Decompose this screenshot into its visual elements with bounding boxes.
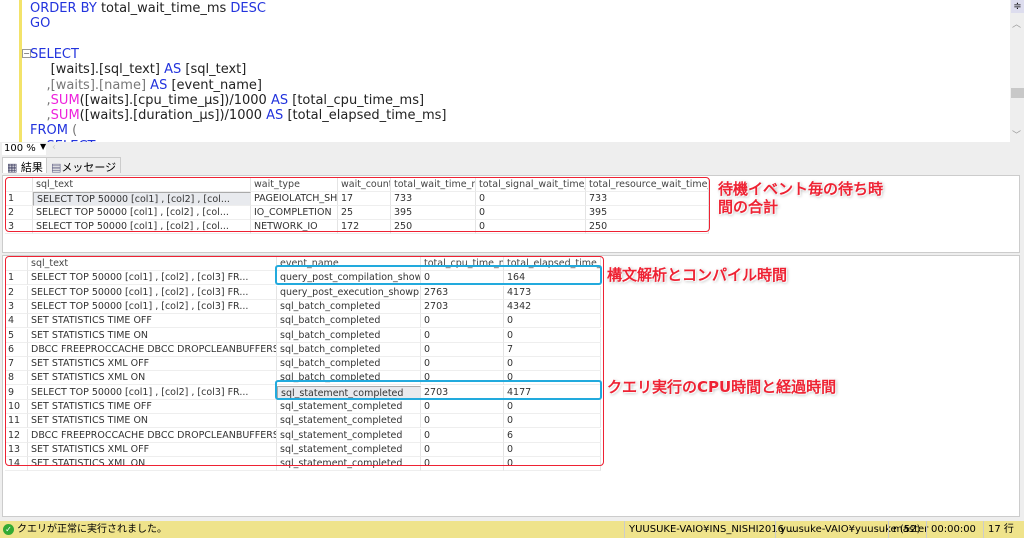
code-token: [waits].[sql_text] [30,62,165,78]
annotation-cpu-elapsed: クエリ実行のCPU時間と経過時間 [607,378,837,396]
code-token: SUM [50,108,80,124]
change-indicator [19,0,22,142]
highlight-box-event-stats [5,256,604,466]
code-token: GO [30,16,51,32]
code-token: ,[waits].[name] [30,77,151,93]
annotation-compile-time: 構文解析とコンパイル時間 [607,266,788,284]
code-token: AS [270,92,289,108]
success-check-icon: ✓ [3,524,14,535]
code-token: FROM [30,123,68,139]
scroll-down-icon[interactable]: ﹀ [1012,128,1021,141]
code-token: , [30,92,51,108]
code-token: AS [266,108,284,124]
code-token: , [30,108,51,124]
code-token: ([waits].[cpu_time_μs])/1000 [79,92,271,108]
code-token: [sql_text] [181,62,247,78]
status-bar: ✓ クエリが正常に実行されました。 YUUSUKE-VAIO¥INS_NISHI… [0,521,1024,538]
code-line: GO [30,16,50,31]
code-line: ,[waits].[name] AS [event_name] [30,78,262,93]
scroll-thumb[interactable] [1011,88,1024,98]
code-token: ([waits].[duration_μs])/1000 [79,108,267,124]
code-token: total_wait_time_ms [96,1,231,16]
message-icon: ▤ [51,161,62,174]
tab-results[interactable]: ▦ 結果 [2,157,48,174]
tab-messages-label: メッセージ [61,161,117,174]
code-token: ORDER BY [30,1,97,16]
code-line: SELECT [30,47,79,62]
zoom-bar: 100 % ▼ ‹ [0,142,1010,156]
chevron-down-icon[interactable]: ▼ [40,142,46,151]
highlight-box-wait-stats [5,177,710,232]
code-token: AS [164,62,182,78]
code-line: [waits].[sql_text] AS [sql_text] [30,62,247,78]
tab-messages[interactable]: ▤メッセージ [46,157,122,174]
highlight-compilation-row [275,265,602,285]
code-token: AS [150,77,168,93]
status-server: YUUSUKE-VAIO¥INS_NISHI2016 ... [624,521,797,538]
annotation-wait-total: 待機イベント毎の待ち時 間の合計 [718,180,884,216]
code-token: SELECT [30,46,79,62]
status-rows: 17 行 [983,521,1014,538]
code-line: FROM ( [30,123,77,138]
code-line: ,SUM([waits].[duration_μs])/1000 AS [tot… [30,108,447,124]
code-token: [total_elapsed_time_ms] [283,108,447,124]
scroll-left-icon[interactable]: ‹ [52,142,56,153]
tab-results-label: 結果 [20,161,43,174]
status-message: クエリが正常に実行されました。 [17,524,167,535]
code-token: SUM [50,92,80,108]
grid-icon: ▦ [7,161,18,174]
code-token: DESC [230,1,266,16]
status-database: master [888,521,928,538]
highlight-statement-row [275,380,602,400]
code-line: ,SUM([waits].[cpu_time_μs])/1000 AS [tot… [30,92,425,108]
query-editor[interactable]: − ORDER BY total_wait_time_ms DESC GO SELE… [0,0,1010,142]
scroll-up-icon[interactable]: ︿ [1012,17,1021,30]
split-icon[interactable]: ≑ [1011,0,1024,13]
editor-vertical-scrollbar[interactable]: ≑ ︿ ﹀ [1010,0,1024,142]
code-token: [event_name] [167,77,262,93]
code-line: ORDER BY total_wait_time_ms DESC [30,1,266,16]
code-token: ( [67,123,78,139]
zoom-value: 100 % [4,143,36,154]
code-token: [total_cpu_time_ms] [288,92,425,108]
status-elapsed: 00:00:00 [926,521,976,538]
